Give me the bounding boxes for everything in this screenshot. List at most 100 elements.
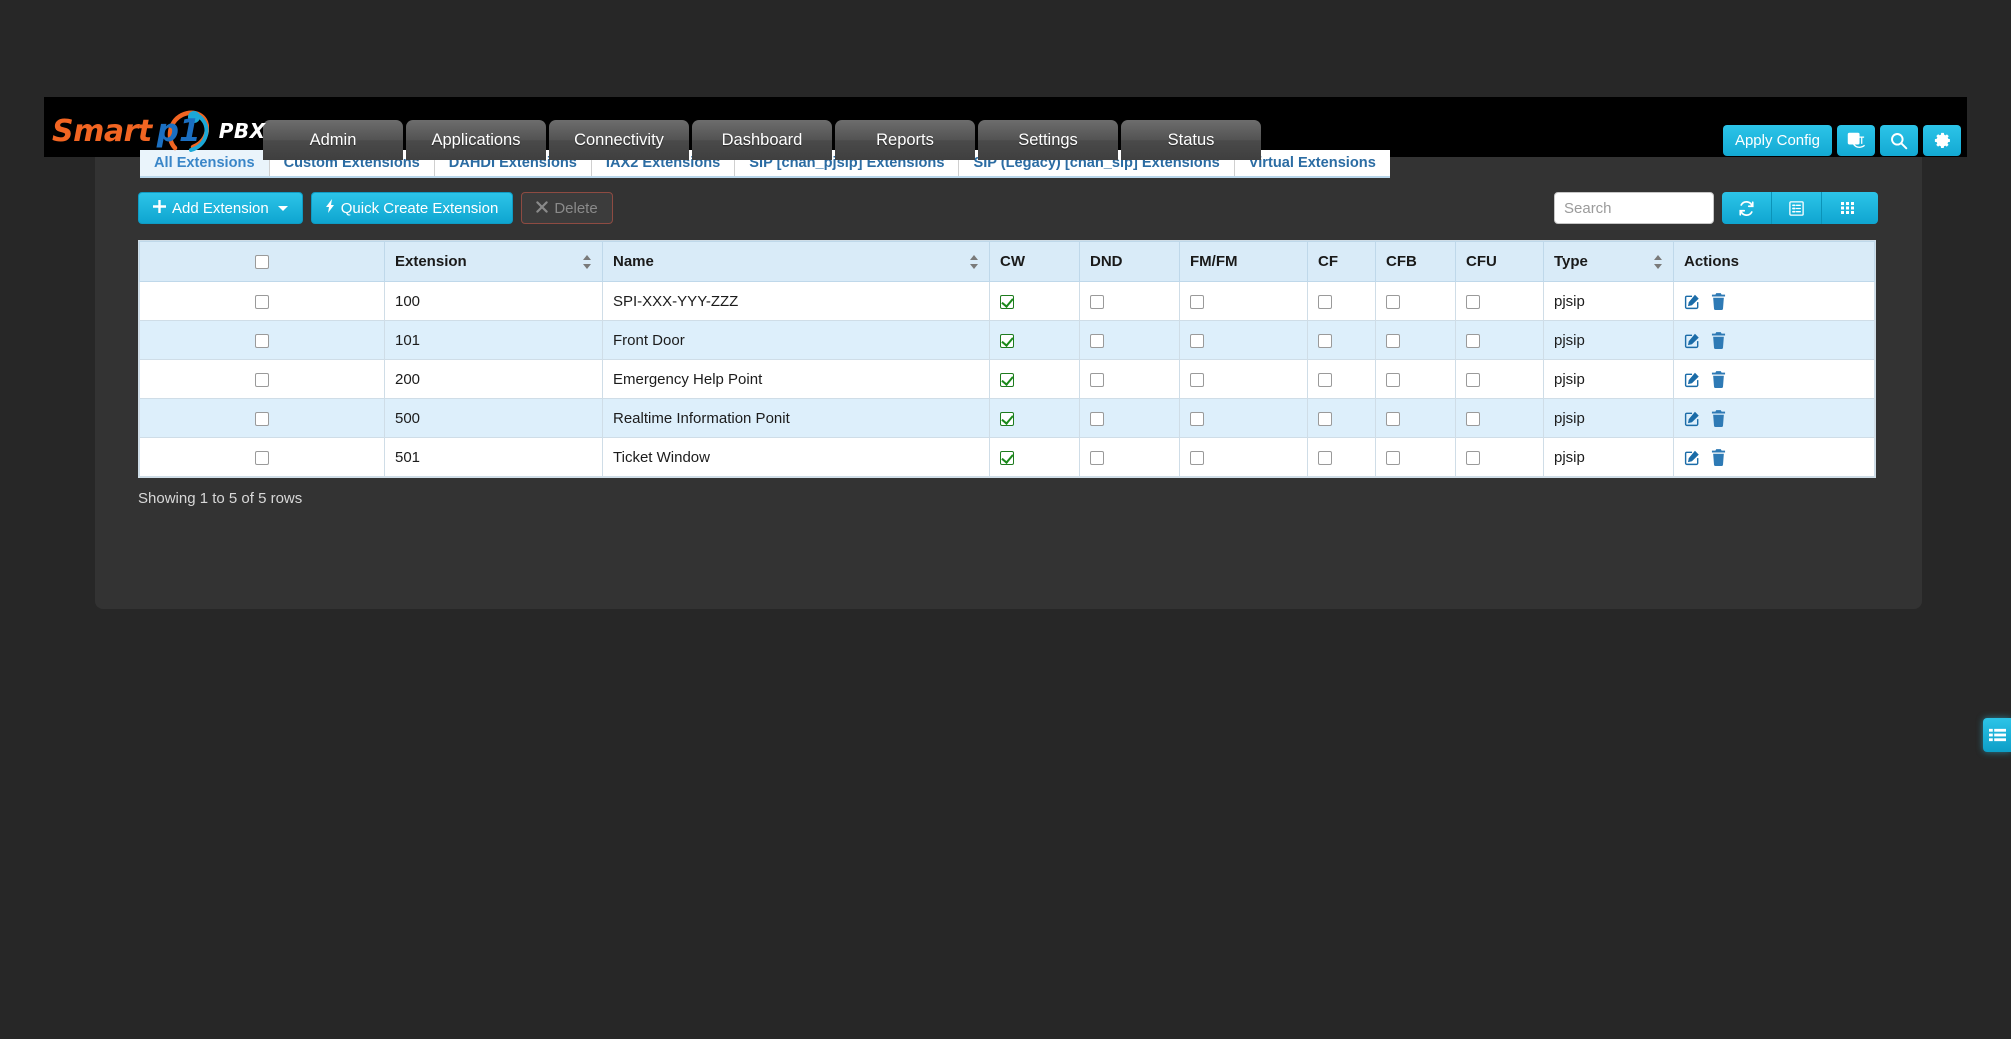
- column-header-label: Type: [1554, 253, 1588, 270]
- cell-cw: [989, 359, 1080, 399]
- row-select-checkbox[interactable]: [255, 411, 269, 426]
- cell-type: pjsip: [1543, 437, 1674, 477]
- trash-icon[interactable]: [1711, 331, 1726, 349]
- columns-grid-icon[interactable]: [1822, 192, 1878, 224]
- dnd-checkbox[interactable]: [1090, 294, 1104, 309]
- select-all-checkbox[interactable]: [255, 255, 269, 270]
- fmfm-checkbox[interactable]: [1190, 450, 1204, 465]
- column-header-extension[interactable]: Extension: [384, 241, 603, 282]
- sort-arrows-icon[interactable]: [970, 254, 979, 269]
- cf-checkbox[interactable]: [1318, 411, 1332, 426]
- trash-icon[interactable]: [1711, 448, 1726, 466]
- dnd-checkbox[interactable]: [1090, 411, 1104, 426]
- nav-tab-admin[interactable]: Admin: [263, 120, 403, 160]
- cw-checkbox[interactable]: [1000, 372, 1014, 387]
- cf-checkbox[interactable]: [1318, 333, 1332, 348]
- edit-icon[interactable]: [1684, 410, 1701, 427]
- cell-type: pjsip: [1543, 281, 1674, 321]
- edit-icon[interactable]: [1684, 332, 1701, 349]
- cw-checkbox[interactable]: [1000, 294, 1014, 309]
- apply-config-button[interactable]: Apply Config: [1722, 125, 1832, 156]
- cfu-checkbox[interactable]: [1466, 333, 1480, 348]
- cfu-checkbox[interactable]: [1466, 294, 1480, 309]
- add-extension-button[interactable]: Add Extension: [138, 192, 303, 224]
- trash-icon[interactable]: [1711, 409, 1726, 427]
- row-select-checkbox[interactable]: [255, 333, 269, 348]
- cf-checkbox[interactable]: [1318, 450, 1332, 465]
- cw-checkbox[interactable]: [1000, 333, 1014, 348]
- nav-tab-reports[interactable]: Reports: [835, 120, 975, 160]
- refresh-icon[interactable]: [1722, 192, 1772, 224]
- nav-tab-applications[interactable]: Applications: [406, 120, 546, 160]
- table-row[interactable]: 100 SPI-XXX-YYY-ZZZ pjsip: [139, 281, 1875, 321]
- row-select-checkbox[interactable]: [255, 450, 269, 465]
- column-header-label: CW: [1000, 253, 1025, 270]
- delete-button[interactable]: Delete: [521, 192, 613, 224]
- cell-actions: [1673, 359, 1875, 399]
- toolbar-left-actions: Add Extension Quick Create Extension Del…: [138, 192, 613, 224]
- cw-checkbox[interactable]: [1000, 450, 1014, 465]
- row-select-checkbox[interactable]: [255, 372, 269, 387]
- cell-name: Front Door: [602, 320, 990, 360]
- nav-tab-dashboard[interactable]: Dashboard: [692, 120, 832, 160]
- column-header-name[interactable]: Name: [602, 241, 990, 282]
- sort-arrows-icon[interactable]: [583, 254, 592, 269]
- dnd-checkbox[interactable]: [1090, 450, 1104, 465]
- nav-tab-label: Connectivity: [574, 130, 664, 149]
- trash-icon[interactable]: [1711, 370, 1726, 388]
- dnd-checkbox[interactable]: [1090, 333, 1104, 348]
- fmfm-checkbox[interactable]: [1190, 333, 1204, 348]
- table-row[interactable]: 500 Realtime Information Ponit pjsip: [139, 398, 1875, 438]
- header-actions: Apply Config A: [1722, 125, 1961, 156]
- cfu-checkbox[interactable]: [1466, 450, 1480, 465]
- edit-icon[interactable]: [1684, 449, 1701, 466]
- quick-create-extension-button[interactable]: Quick Create Extension: [310, 192, 514, 224]
- cf-checkbox[interactable]: [1318, 294, 1332, 309]
- cell-dnd: [1079, 320, 1180, 360]
- row-count-status: Showing 1 to 5 of 5 rows: [138, 490, 303, 507]
- subnav-tab-all-extensions[interactable]: All Extensions: [140, 150, 270, 176]
- nav-tab-settings[interactable]: Settings: [978, 120, 1118, 160]
- edit-icon[interactable]: [1684, 293, 1701, 310]
- edit-icon[interactable]: [1684, 371, 1701, 388]
- cell-cfb: [1375, 281, 1456, 321]
- cfb-checkbox[interactable]: [1386, 411, 1400, 426]
- cfb-checkbox[interactable]: [1386, 372, 1400, 387]
- table-row[interactable]: 501 Ticket Window pjsip: [139, 437, 1875, 477]
- cfb-checkbox[interactable]: [1386, 333, 1400, 348]
- cell-cf: [1307, 398, 1376, 438]
- fmfm-checkbox[interactable]: [1190, 294, 1204, 309]
- brand-logo[interactable]: Smart p1 PBX: [52, 110, 266, 152]
- cfb-checkbox[interactable]: [1386, 450, 1400, 465]
- dnd-checkbox[interactable]: [1090, 372, 1104, 387]
- cell-fmfm: [1179, 281, 1308, 321]
- search-icon[interactable]: [1880, 125, 1918, 156]
- gear-icon[interactable]: [1923, 125, 1961, 156]
- table-head: Extension Name CW DND FM/FM CF CFB CFU Type Actio…: [139, 241, 1875, 282]
- translate-icon[interactable]: A: [1837, 125, 1875, 156]
- list-panel-icon[interactable]: [1983, 718, 2011, 752]
- search-input[interactable]: [1554, 192, 1714, 224]
- list-view-icon[interactable]: [1772, 192, 1822, 224]
- table-row[interactable]: 101 Front Door pjsip: [139, 320, 1875, 360]
- cfu-checkbox[interactable]: [1466, 411, 1480, 426]
- nav-tab-status[interactable]: Status: [1121, 120, 1261, 160]
- cf-checkbox[interactable]: [1318, 372, 1332, 387]
- column-header-type[interactable]: Type: [1543, 241, 1674, 282]
- delete-label: Delete: [554, 199, 598, 217]
- table-row[interactable]: 200 Emergency Help Point pjsip: [139, 359, 1875, 399]
- row-select-checkbox[interactable]: [255, 294, 269, 309]
- cfu-checkbox[interactable]: [1466, 372, 1480, 387]
- cw-checkbox[interactable]: [1000, 411, 1014, 426]
- trash-icon[interactable]: [1711, 292, 1726, 310]
- cell-type-text: pjsip: [1554, 331, 1585, 349]
- cfb-checkbox[interactable]: [1386, 294, 1400, 309]
- sort-arrows-icon[interactable]: [1654, 254, 1663, 269]
- column-header-label: CFB: [1386, 253, 1417, 270]
- cell-extension: 501: [384, 437, 603, 477]
- fmfm-checkbox[interactable]: [1190, 372, 1204, 387]
- fmfm-checkbox[interactable]: [1190, 411, 1204, 426]
- nav-tab-connectivity[interactable]: Connectivity: [549, 120, 689, 160]
- cell-type-text: pjsip: [1554, 370, 1585, 388]
- cell-fmfm: [1179, 398, 1308, 438]
